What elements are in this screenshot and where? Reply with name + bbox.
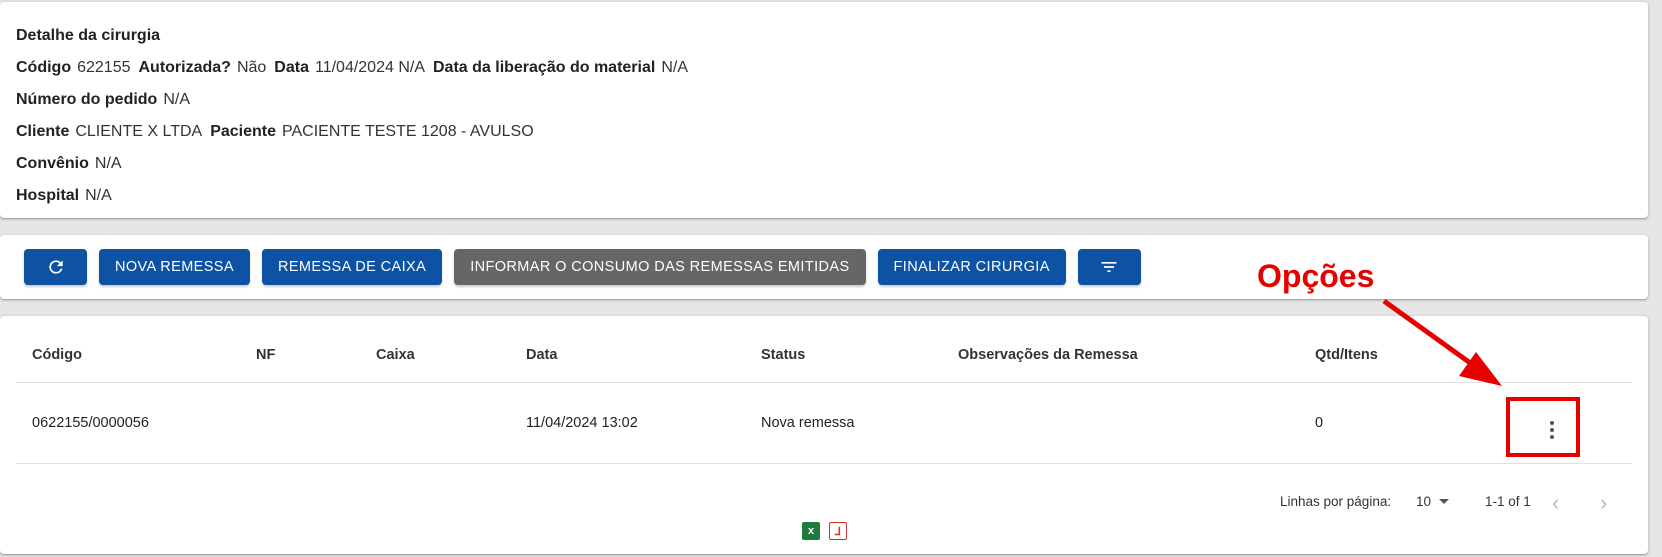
annotation-arrow-icon xyxy=(1382,298,1502,386)
